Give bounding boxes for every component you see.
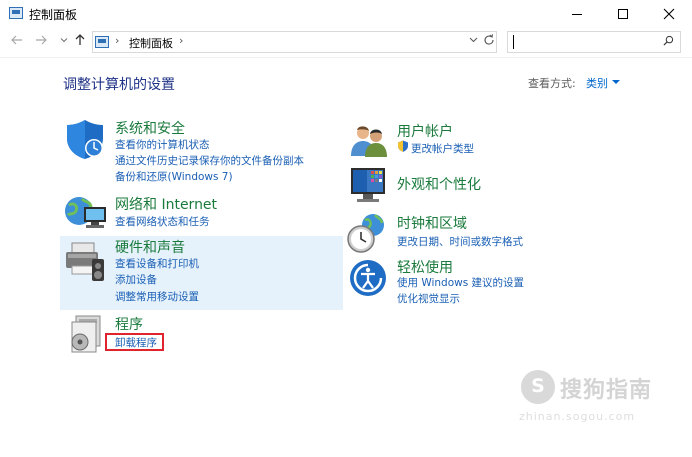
address-dropdown-button[interactable] [469,34,478,47]
control-panel-icon [95,36,109,48]
refresh-icon [484,34,494,45]
category-user-accounts[interactable]: 用户帐户 [397,121,453,141]
link-change-account-type[interactable]: 更改帐户类型 [411,141,474,156]
shield-icon[interactable] [64,118,106,160]
control-panel-icon [9,7,23,19]
clock-globe-icon[interactable] [347,212,387,254]
watermark-url: zhinan.sogou.com [519,410,636,423]
link-add-device[interactable]: 添加设备 [115,272,157,287]
search-box[interactable] [507,31,681,53]
category-system-security[interactable]: 系统和安全 [115,118,185,138]
category-hardware-sound[interactable]: 硬件和声音 [115,237,185,257]
arrow-right-icon [36,35,47,45]
user-accounts-icon[interactable] [349,124,389,158]
breadcrumb-separator-icon[interactable]: › [115,34,119,47]
category-programs[interactable]: 程序 [115,314,143,334]
link-optimize-visual-display[interactable]: 优化视觉显示 [397,291,460,306]
arrow-up-icon [75,34,85,45]
breadcrumb-control-panel[interactable]: 控制面板 [129,35,173,51]
link-mobility-settings[interactable]: 调整常用移动设置 [115,289,199,304]
annotation-highlight-box [105,333,164,351]
ease-of-access-icon[interactable] [348,258,388,298]
link-change-date-time[interactable]: 更改日期、时间或数字格式 [397,234,523,249]
forward-button[interactable] [32,33,50,51]
category-clock-region[interactable]: 时钟和区域 [397,213,467,233]
uac-shield-icon [398,140,408,152]
link-view-computer-status[interactable]: 查看你的计算机状态 [115,137,210,152]
category-appearance-personalization[interactable]: 外观和个性化 [397,174,481,194]
address-bar[interactable]: › 控制面板 › [92,31,497,53]
watermark-logo: S [521,370,555,404]
chevron-down-icon [60,38,68,43]
view-by-select[interactable]: 类别 [586,75,608,91]
breadcrumb-separator-icon[interactable]: › [179,34,183,47]
caret-down-icon[interactable] [612,80,620,84]
search-icon[interactable] [663,35,674,46]
title-bar: 控制面板 [0,0,692,28]
text-caret [513,35,514,49]
page-title: 调整计算机的设置 [63,77,175,93]
close-button[interactable] [646,0,692,28]
link-devices-printers[interactable]: 查看设备和打印机 [115,256,199,271]
link-file-history[interactable]: 通过文件历史记录保存你的文件备份副本 [115,153,304,168]
link-backup-restore[interactable]: 备份和还原(Windows 7) [115,169,233,184]
window-title: 控制面板 [29,8,78,22]
category-network-internet[interactable]: 网络和 Internet [115,194,217,214]
link-recommended-settings[interactable]: 使用 Windows 建议的设置 [397,275,524,290]
back-button[interactable] [8,33,26,51]
navigation-bar: › 控制面板 › [0,28,692,56]
chevron-down-icon [469,37,478,43]
link-network-status[interactable]: 查看网络状态和任务 [115,214,210,229]
divider [0,57,692,58]
refresh-button[interactable] [483,33,495,50]
category-ease-of-access[interactable]: 轻松使用 [397,257,453,277]
view-by-label: 查看方式: [528,77,576,90]
minimize-button[interactable] [554,0,600,28]
minimize-icon [572,13,582,15]
watermark-text: 搜狗指南 [560,378,653,403]
up-button[interactable] [71,33,89,51]
printer-speaker-icon[interactable] [64,239,106,283]
network-globe-icon[interactable] [64,193,108,233]
close-icon [663,8,675,20]
appearance-icon[interactable] [349,165,389,205]
maximize-icon [618,9,628,19]
watermark-logo-letter: S [531,375,545,397]
programs-icon[interactable] [66,314,104,354]
maximize-button[interactable] [600,0,646,28]
arrow-left-icon [11,35,22,45]
